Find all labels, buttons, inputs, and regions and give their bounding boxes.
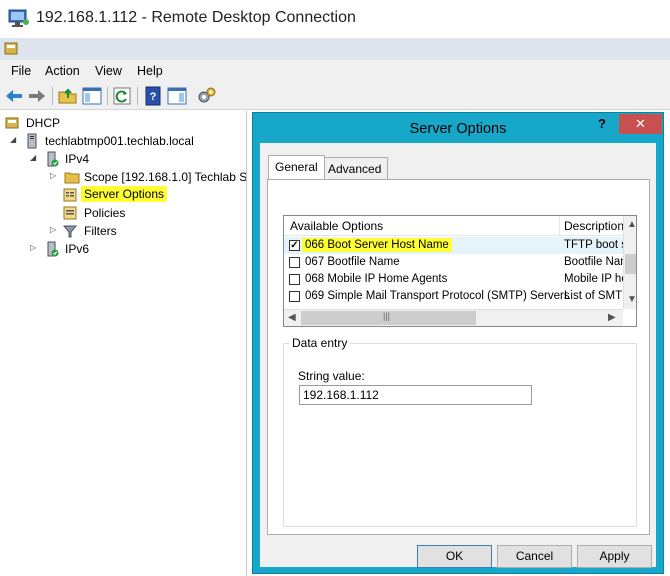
menu-view[interactable]: View <box>95 64 122 78</box>
tree-node-ipv6[interactable]: ▷ IPv6 <box>30 240 246 258</box>
server-options-dialog: Server Options ? ✕ General Advanced Avai… <box>252 112 664 574</box>
server-options-icon <box>63 188 77 202</box>
expand-arrow-icon[interactable]: ▷ <box>50 225 58 235</box>
help-button[interactable]: ? <box>587 114 617 134</box>
refresh-icon[interactable] <box>111 85 133 107</box>
string-value-label: String value: <box>298 369 365 383</box>
toolbar-separator <box>52 87 53 105</box>
option-description: TFTP boot s <box>564 239 624 251</box>
horizontal-scrollbar[interactable]: ◀ ||| ▶ <box>284 309 623 326</box>
remote-desktop-icon <box>8 9 29 27</box>
option-name: 067 Bootfile Name <box>305 256 400 268</box>
scroll-thumb[interactable]: ||| <box>301 311 476 325</box>
filters-icon <box>62 225 78 238</box>
general-tab-page: Available Options Description ✓ 066 Boot… <box>267 179 650 535</box>
option-description: List of SMTI <box>564 290 624 302</box>
string-value-input[interactable] <box>299 385 532 405</box>
tree-node-dhcp[interactable]: DHCP <box>4 114 244 132</box>
ok-button[interactable]: OK <box>417 545 492 568</box>
tree-node-server[interactable]: ◢ techlabtmp001.techlab.local <box>10 132 246 150</box>
scroll-right-arrow-icon[interactable]: ▶ <box>608 312 616 323</box>
option-checkbox[interactable] <box>289 291 300 302</box>
option-checkbox[interactable] <box>289 257 300 268</box>
menu-help[interactable]: Help <box>137 64 163 78</box>
forward-arrow-icon[interactable] <box>26 85 48 107</box>
tree-node-policies[interactable]: Policies <box>62 204 246 222</box>
option-description: Mobile IP ho <box>564 273 624 285</box>
back-arrow-icon[interactable] <box>3 85 25 107</box>
available-options-list[interactable]: Available Options Description ✓ 066 Boot… <box>283 215 637 327</box>
list-item[interactable]: ✓ 066 Boot Server Host Name TFTP boot s <box>284 237 624 254</box>
group-legend: Data entry <box>289 336 351 350</box>
cancel-button[interactable]: Cancel <box>497 545 572 568</box>
console-tree: DHCP ◢ techlabtmp001.techlab.local ◢ IPv… <box>0 111 247 576</box>
list-item[interactable]: 069 Simple Mail Transport Protocol (SMTP… <box>284 288 624 305</box>
close-button[interactable]: ✕ <box>619 114 662 134</box>
toolbar-separator <box>107 87 108 105</box>
tree-node-scope[interactable]: ▷ Scope [192.168.1.0] Techlab Sc <box>50 168 246 186</box>
column-description[interactable]: Description <box>564 219 624 233</box>
option-checkbox[interactable] <box>289 274 300 285</box>
toolbar: ? <box>0 82 670 110</box>
list-item[interactable]: 067 Bootfile Name Bootfile Nan <box>284 254 624 271</box>
option-description: Bootfile Nan <box>564 256 624 268</box>
server-icon <box>27 133 37 149</box>
expand-arrow-icon[interactable]: ▷ <box>30 243 38 253</box>
ipv6-server-icon <box>47 241 59 257</box>
column-available-options[interactable]: Available Options <box>290 219 383 233</box>
tree-node-ipv4[interactable]: ◢ IPv4 <box>30 150 246 168</box>
list-item[interactable]: 068 Mobile IP Home Agents Mobile IP ho <box>284 271 624 288</box>
tree-node-filters[interactable]: ▷ Filters <box>50 222 246 240</box>
help-book-icon[interactable]: ? <box>142 85 164 107</box>
show-hide-tree-icon[interactable] <box>81 85 103 107</box>
option-name: 068 Mobile IP Home Agents <box>305 273 448 285</box>
folder-icon <box>64 172 80 184</box>
menu-bar: File Action View Help <box>0 60 670 82</box>
dialog-title-bar[interactable]: Server Options ? ✕ <box>253 113 663 143</box>
dhcp-app-icon <box>4 42 18 55</box>
ipv4-server-icon <box>47 151 59 167</box>
show-action-pane-icon[interactable] <box>166 85 188 107</box>
menu-action[interactable]: Action <box>45 64 80 78</box>
expand-arrow-icon[interactable]: ▷ <box>50 171 58 181</box>
scroll-thumb[interactable] <box>625 254 636 274</box>
mmc-title-strip <box>0 38 670 60</box>
dhcp-manage-icon[interactable] <box>196 85 218 107</box>
dialog-body: General Advanced Available Options Descr… <box>260 143 656 568</box>
grip-icon: ||| <box>383 311 391 321</box>
scroll-down-arrow-icon[interactable]: ▼ <box>627 294 636 305</box>
rdp-title-bar: 192.168.1.112 - Remote Desktop Connectio… <box>0 0 670 38</box>
policies-icon <box>63 206 77 220</box>
dhcp-root-icon <box>5 117 19 129</box>
apply-button[interactable]: Apply <box>577 545 652 568</box>
up-folder-icon[interactable] <box>57 85 79 107</box>
collapse-arrow-icon[interactable]: ◢ <box>30 153 38 163</box>
tab-general[interactable]: General <box>268 155 325 179</box>
column-divider[interactable] <box>559 216 560 236</box>
tab-advanced[interactable]: Advanced <box>321 157 389 179</box>
scroll-up-arrow-icon[interactable]: ▲ <box>627 219 636 230</box>
collapse-arrow-icon[interactable]: ◢ <box>10 135 18 145</box>
scroll-left-arrow-icon[interactable]: ◀ <box>288 312 296 323</box>
list-header: Available Options Description <box>284 216 624 236</box>
option-name: 066 Boot Server Host Name <box>302 238 452 252</box>
toolbar-separator <box>137 87 138 105</box>
window-title: 192.168.1.112 - Remote Desktop Connectio… <box>36 9 356 26</box>
svg-text:?: ? <box>150 91 157 103</box>
tree-node-server-options[interactable]: Server Options <box>62 186 246 204</box>
menu-file[interactable]: File <box>11 64 31 78</box>
option-checkbox[interactable]: ✓ <box>289 240 300 251</box>
option-name: 069 Simple Mail Transport Protocol (SMTP… <box>305 290 570 302</box>
vertical-scrollbar[interactable]: ▲ ▼ <box>623 216 636 309</box>
data-entry-group: Data entry String value: <box>283 336 637 527</box>
